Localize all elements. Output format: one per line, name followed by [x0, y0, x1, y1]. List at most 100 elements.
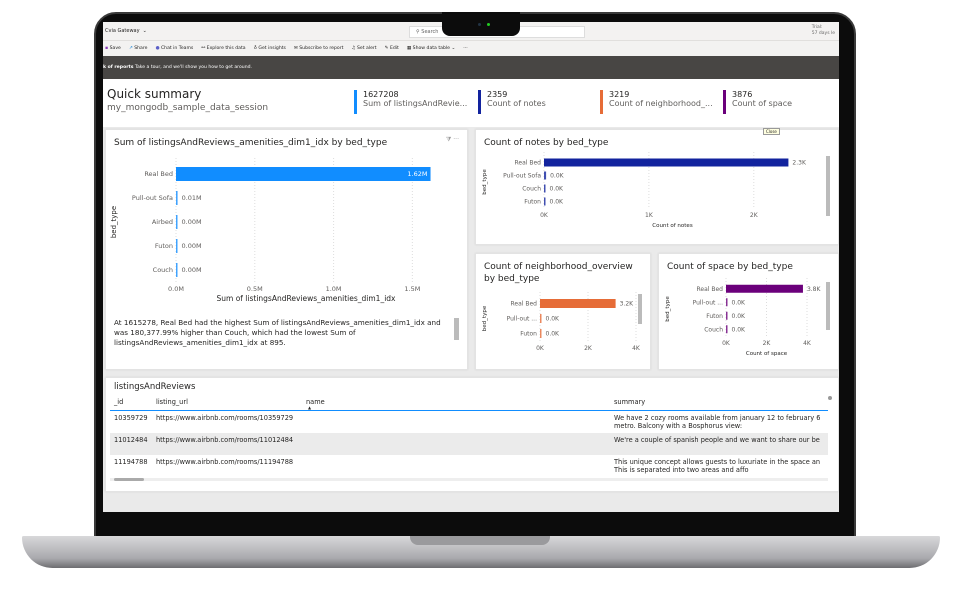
- filter-icon[interactable]: ⧩ ···: [446, 136, 459, 144]
- chart-title: Sum of listingsAndReviews_amenities_dim1…: [114, 138, 388, 148]
- kpi-label: Count of neighborhood_...: [609, 99, 713, 108]
- column-header-summary[interactable]: summary: [614, 398, 645, 406]
- scrollbar[interactable]: [826, 282, 830, 330]
- column-header-id[interactable]: _id: [114, 398, 123, 406]
- kpi-card[interactable]: 3219 Count of neighborhood_...: [600, 90, 713, 114]
- bar: [726, 311, 728, 320]
- horizontal-scrollbar-track: [110, 478, 828, 481]
- chat-in-teams-button[interactable]: ● Chat in Teams: [155, 46, 193, 51]
- bar: [540, 329, 542, 338]
- explore-icon: ⚯: [201, 46, 206, 51]
- y-tick-label: Real Bed: [697, 286, 724, 293]
- bar-chart: 0.0M 0.5M 1.0M 1.5M Real Bed 1.62M Pull-out So…: [110, 158, 431, 303]
- y-axis-title: bed_type: [482, 169, 488, 195]
- x-tick-label: 2K: [750, 212, 759, 219]
- teams-icon: ●: [155, 46, 160, 51]
- x-tick-label: 1.5M: [404, 285, 420, 293]
- y-tick-label: Real Bed: [511, 301, 538, 308]
- kpi-card[interactable]: 1627208 Sum of listingsAndRevie...: [354, 90, 467, 114]
- table-row[interactable]: 11194788 https://www.airbnb.com/rooms/111…: [110, 455, 828, 477]
- summary-line: metro. Balcony with a Bosphorus view:: [614, 422, 743, 430]
- set-alert-button[interactable]: ♫ Set alert: [351, 46, 376, 51]
- kpi-card[interactable]: 3876 Count of space: [723, 90, 792, 114]
- pencil-icon: ✎: [384, 46, 389, 51]
- horizontal-scrollbar[interactable]: [114, 478, 144, 481]
- y-axis-title: bed_type: [482, 305, 488, 331]
- cell-summary: We're a couple of spanish people and we …: [614, 436, 820, 444]
- x-tick-label: 2K: [584, 345, 593, 352]
- y-tick-label: Real Bed: [515, 160, 542, 167]
- explore-label: Explore this data: [206, 46, 246, 51]
- show-data-table-button[interactable]: ▦ Show data table ⌄: [407, 46, 455, 51]
- edit-label: Edit: [389, 46, 399, 51]
- data-label: 0.0K: [546, 316, 561, 323]
- page-title: Quick summary: [107, 87, 202, 101]
- scrollbar[interactable]: [638, 294, 642, 324]
- get-insights-button[interactable]: ♁ Get insights: [254, 46, 286, 51]
- edit-button[interactable]: ✎ Edit: [385, 46, 399, 51]
- chart-card-neighborhood[interactable]: Count of neighborhood_overview by bed_ty…: [475, 253, 651, 370]
- x-axis-title: Sum of listingsAndReviews_amenities_dim1…: [216, 294, 396, 303]
- explore-button[interactable]: ⚯ Explore this data: [201, 46, 245, 51]
- bar: [544, 197, 546, 206]
- data-label: 2.3K: [792, 160, 807, 167]
- save-button[interactable]: ▪ Save: [105, 46, 121, 51]
- cell-url: https://www.airbnb.com/rooms/10359729: [156, 414, 294, 422]
- data-label: 0.0K: [550, 199, 565, 206]
- y-axis-title: bed_type: [665, 296, 671, 322]
- x-tick-label: 1.0M: [326, 285, 342, 293]
- insights-label: Get insights: [258, 46, 286, 51]
- close-tooltip: Close: [763, 128, 780, 135]
- data-label: 0.00M: [182, 266, 202, 274]
- workspace-selector[interactable]: Cvia Gateway: [105, 28, 140, 34]
- bar: [176, 191, 178, 205]
- data-table: listingsAndReviews _id listing_url name …: [105, 377, 839, 492]
- y-tick-label: Futon: [706, 313, 723, 320]
- bar: [176, 167, 431, 181]
- scrollbar[interactable]: [828, 396, 832, 400]
- data-label: 0.0K: [732, 313, 747, 320]
- share-button[interactable]: ↗ Share: [129, 46, 148, 51]
- table-row[interactable]: 11012484 https://www.airbnb.com/rooms/110…: [110, 433, 828, 455]
- save-label: Save: [109, 46, 121, 51]
- kpi-value: 3876: [732, 90, 753, 99]
- screen: Cvia Gateway ⌄ ⚲ Search Trial: 57 days le …: [103, 22, 839, 512]
- search-placeholder: Search: [421, 29, 439, 35]
- banner-text[interactable]: Take a tour, and we'll show you how to g…: [135, 65, 252, 70]
- data-label: 0.00M: [182, 218, 202, 226]
- chevron-down-icon: ⌄: [142, 28, 147, 34]
- scrollbar[interactable]: [826, 156, 830, 216]
- bar: [544, 171, 547, 180]
- camera-icon: [478, 23, 481, 26]
- kpi-value: 2359: [487, 90, 508, 99]
- x-axis-title: Count of space: [746, 351, 788, 357]
- scrollbar[interactable]: [454, 318, 459, 340]
- lightbulb-icon: ♁: [253, 46, 257, 51]
- kpi-label: Sum of listingsAndRevie...: [363, 99, 468, 108]
- table-row[interactable]: 10359729 https://www.airbnb.com/rooms/103…: [110, 411, 828, 433]
- summary-line: We have 2 cozy rooms available from janu…: [614, 414, 821, 422]
- data-label: 3.2K: [620, 301, 635, 308]
- chart-card-amenities[interactable]: Sum of listingsAndReviews_amenities_dim1…: [105, 129, 468, 370]
- subscribe-button[interactable]: ✉ Subscribe to report: [294, 46, 343, 51]
- bar: [176, 215, 178, 229]
- y-tick-label: Pull-out ...: [507, 316, 537, 323]
- kpi-card[interactable]: 2359 Count of notes: [478, 90, 546, 114]
- data-label: 0.0K: [550, 173, 565, 180]
- more-options-button[interactable]: ···: [463, 46, 467, 51]
- camera-light-icon: [487, 23, 490, 26]
- chart-title: Count of space by bed_type: [667, 262, 793, 272]
- bar: [540, 299, 616, 308]
- chart-card-space[interactable]: Count of space by bed_type 0K 2K 4K Real Be…: [658, 253, 839, 370]
- x-tick-label: 0K: [722, 340, 731, 347]
- y-tick-label: Pull-out Sofa: [132, 194, 173, 202]
- page-subtitle: my_mongodb_sample_data_session: [107, 103, 269, 113]
- y-tick-label: Pull-out ...: [693, 299, 723, 306]
- cell-id: 11194788: [114, 458, 148, 466]
- data-label: 3.8K: [807, 286, 822, 293]
- chart-card-notes[interactable]: Count of notes by bed_type 0K 1K 2K Real Be…: [475, 129, 839, 245]
- column-header-listing-url[interactable]: listing_url: [156, 398, 188, 406]
- kpi-label: Count of notes: [487, 99, 546, 108]
- summary-line: This unique concept allows guests to lux…: [614, 458, 821, 466]
- bar: [726, 298, 728, 307]
